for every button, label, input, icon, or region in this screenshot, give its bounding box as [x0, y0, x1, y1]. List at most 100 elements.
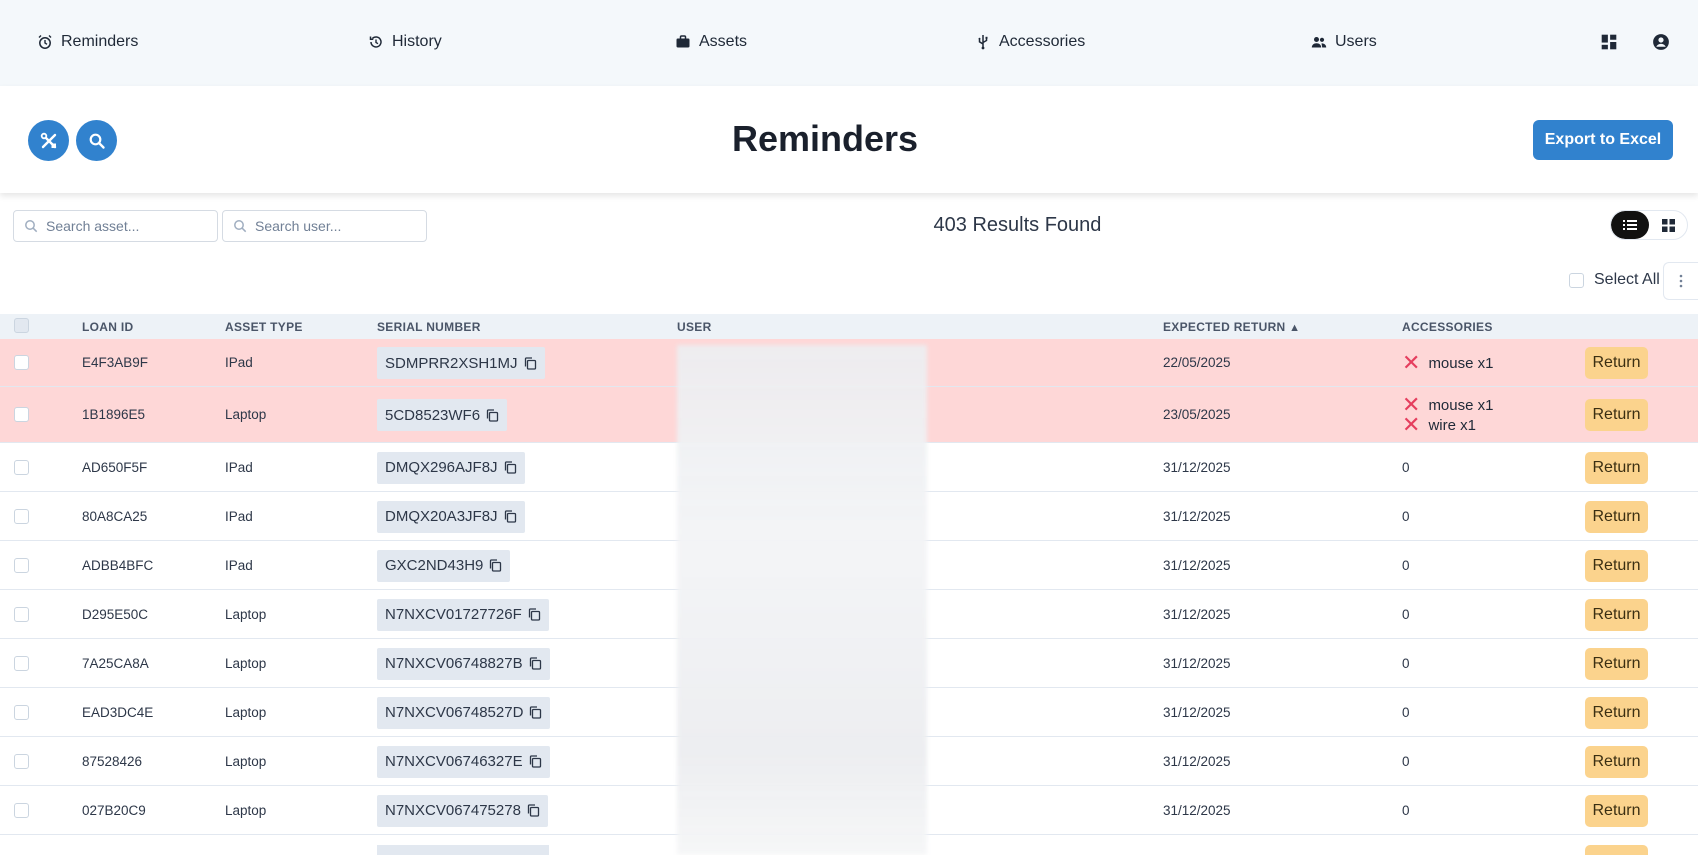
serial-number-chip[interactable]: N7NXCV06748527D: [377, 696, 551, 729]
col-accessories[interactable]: ACCESSORIES: [1402, 320, 1493, 334]
row-checkbox[interactable]: [14, 606, 29, 622]
history-icon: [369, 36, 382, 48]
serial-number-chip[interactable]: N7NXCV067475278: [377, 794, 548, 827]
more-options-button[interactable]: [1663, 262, 1698, 300]
accessories-list: ✕ mouse x1: [1402, 350, 1493, 375]
col-loan-id[interactable]: LOAN ID: [82, 320, 133, 334]
users-icon: [1311, 37, 1327, 48]
copy-icon[interactable]: [529, 657, 542, 670]
loan-id: AD650F5F: [82, 459, 148, 475]
expected-return-date: 31/12/2025: [1163, 459, 1231, 475]
top-nav: Reminders History Assets Accessories Use…: [0, 0, 1698, 86]
accessories-count: 0: [1402, 655, 1410, 671]
serial-number-chip[interactable]: N7NXCV01727726F: [377, 598, 549, 631]
row-checkbox[interactable]: [14, 753, 29, 769]
accessories-count: 0: [1402, 459, 1410, 475]
expected-return-date: 31/12/2025: [1163, 508, 1231, 524]
list-view-button[interactable]: [1611, 211, 1649, 239]
col-serial-number[interactable]: SERIAL NUMBER: [377, 320, 481, 334]
accessories-list: ✕ mouse x1 ✕ wire x1: [1402, 394, 1494, 436]
accessories-count: 0: [1402, 508, 1410, 524]
serial-number: N7NXCV067475278: [385, 802, 521, 819]
export-to-excel-button[interactable]: Export to Excel: [1533, 120, 1673, 160]
return-button[interactable]: Return: [1585, 500, 1648, 533]
missing-x-icon: ✕: [1402, 350, 1421, 375]
serial-number-chip[interactable]: GXC2ND43H9: [377, 549, 511, 582]
loan-id: 1B1896E5: [82, 407, 146, 422]
col-user[interactable]: USER: [677, 320, 712, 334]
return-button[interactable]: Return: [1585, 745, 1648, 778]
row-checkbox[interactable]: [14, 355, 29, 370]
asset-type: Laptop: [225, 753, 267, 769]
copy-icon[interactable]: [489, 559, 502, 572]
expected-return-date: 31/12/2025: [1163, 606, 1231, 622]
asset-type: IPad: [225, 508, 253, 524]
copy-icon[interactable]: [527, 804, 540, 817]
return-button[interactable]: Return: [1585, 647, 1648, 680]
serial-number-chip[interactable]: DMQX20A3JF8J: [377, 500, 525, 533]
return-button[interactable]: Return: [1585, 347, 1648, 379]
row-checkbox[interactable]: [14, 459, 29, 475]
copy-icon[interactable]: [529, 706, 542, 719]
nav-reminders[interactable]: Reminders: [37, 31, 138, 53]
serial-number-chip[interactable]: DMQX296AJF8J: [377, 451, 525, 484]
return-button[interactable]: Return: [1585, 399, 1648, 431]
row-checkbox[interactable]: [14, 557, 29, 573]
serial-number: N7NXCV06748827B: [385, 655, 523, 672]
alarm-clock-icon: [38, 35, 52, 49]
accessory-label: mouse x1: [1428, 396, 1494, 414]
loan-id: 027B20C9: [82, 802, 146, 818]
accessory-label: wire x1: [1428, 416, 1476, 434]
col-expected-return-label: EXPECTED RETURN: [1163, 320, 1286, 334]
serial-number-chip[interactable]: 5CD8523WF6: [377, 399, 508, 431]
accessories-count: 0: [1402, 557, 1410, 573]
copy-icon[interactable]: [524, 356, 537, 370]
header-checkbox[interactable]: [14, 318, 29, 333]
nav-users[interactable]: Users: [1311, 31, 1377, 53]
return-button[interactable]: Return: [1585, 794, 1648, 827]
return-button[interactable]: Return: [1585, 598, 1648, 631]
grid-view-button[interactable]: [1649, 211, 1687, 239]
accessories-count: 0: [1402, 606, 1410, 622]
copy-icon[interactable]: [528, 608, 541, 621]
copy-icon[interactable]: [504, 461, 517, 474]
serial-number-chip[interactable]: N7NXCV06746327E: [377, 745, 550, 778]
return-button[interactable]: [1585, 845, 1648, 855]
asset-type: Laptop: [225, 606, 267, 622]
col-asset-type[interactable]: ASSET TYPE: [225, 320, 303, 334]
view-toggle: [1610, 210, 1688, 240]
nav-assets[interactable]: Assets: [675, 31, 747, 53]
accessory-item: ✕ mouse x1: [1402, 350, 1493, 375]
serial-number: SDMPRR2XSH1MJ: [385, 354, 518, 372]
asset-type: IPad: [225, 557, 253, 573]
select-all[interactable]: Select All: [1569, 271, 1660, 289]
serial-number-chip[interactable]: [377, 845, 549, 855]
serial-number-chip[interactable]: SDMPRR2XSH1MJ: [377, 347, 545, 379]
nav-history[interactable]: History: [368, 31, 442, 53]
serial-number-chip[interactable]: N7NXCV06748827B: [377, 647, 550, 680]
expected-return-date: 31/12/2025: [1163, 753, 1231, 769]
return-button[interactable]: Return: [1585, 696, 1648, 729]
col-expected-return[interactable]: EXPECTED RETURN ▲: [1163, 320, 1300, 334]
serial-number: DMQX20A3JF8J: [385, 508, 498, 525]
expected-return-date: 23/05/2025: [1163, 407, 1231, 422]
serial-number: N7NXCV06748527D: [385, 704, 524, 721]
row-checkbox[interactable]: [14, 407, 29, 422]
serial-number: GXC2ND43H9: [385, 557, 484, 574]
return-button[interactable]: Return: [1585, 451, 1648, 484]
row-checkbox[interactable]: [14, 802, 29, 818]
copy-icon[interactable]: [504, 510, 517, 523]
dashboard-icon[interactable]: [1600, 33, 1618, 51]
copy-icon[interactable]: [529, 755, 542, 768]
select-all-checkbox[interactable]: [1569, 272, 1584, 288]
row-checkbox[interactable]: [14, 655, 29, 671]
loan-id: EAD3DC4E: [82, 704, 154, 720]
loan-id: D295E50C: [82, 606, 149, 622]
copy-icon[interactable]: [486, 408, 499, 422]
nav-accessories[interactable]: Accessories: [975, 31, 1085, 53]
account-icon[interactable]: [1652, 33, 1670, 51]
page-title: Reminders: [731, 118, 919, 159]
return-button[interactable]: Return: [1585, 549, 1648, 582]
row-checkbox[interactable]: [14, 508, 29, 524]
row-checkbox[interactable]: [14, 704, 29, 720]
